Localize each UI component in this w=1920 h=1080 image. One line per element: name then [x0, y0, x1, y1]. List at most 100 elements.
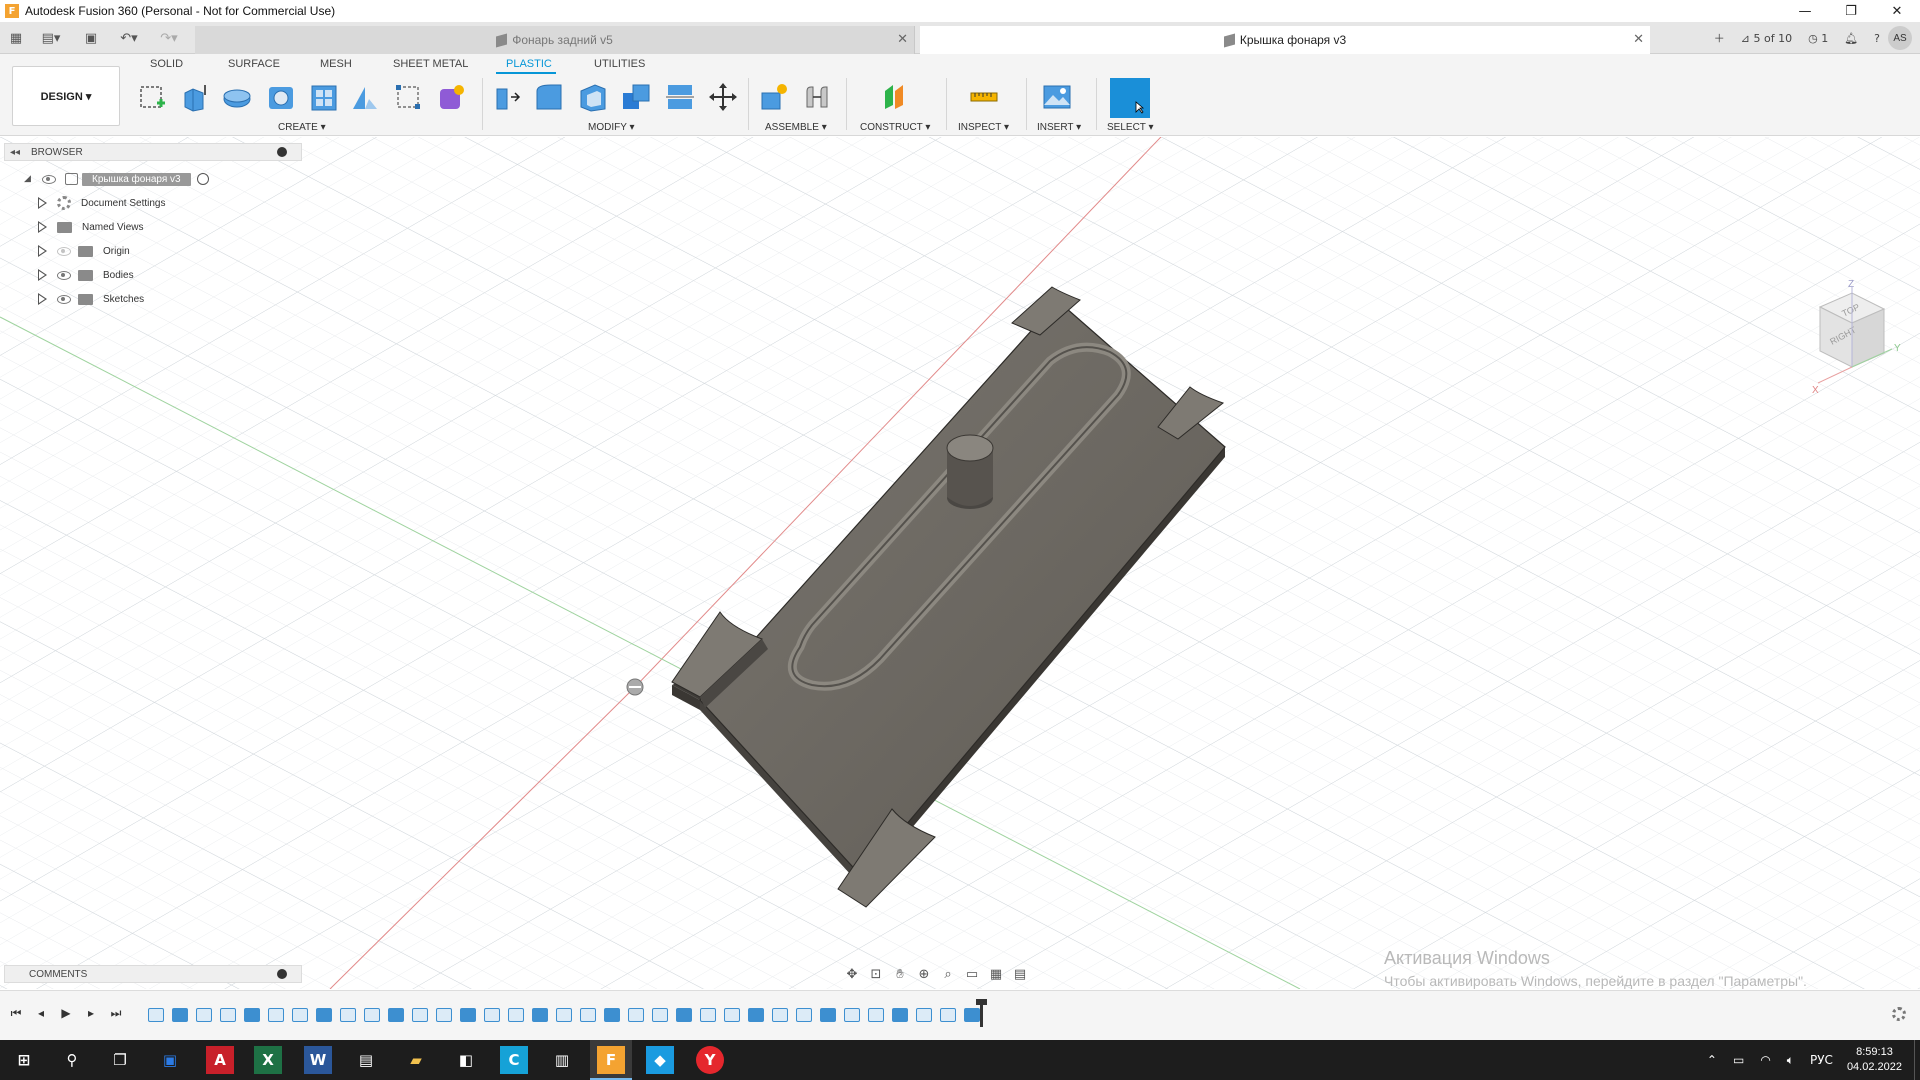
construct-menu[interactable]: CONSTRUCT ▾	[860, 122, 930, 133]
split-body-icon[interactable]	[663, 80, 697, 114]
expand-arrow-icon[interactable]	[38, 197, 47, 209]
timeline-feature-icon[interactable]	[148, 1008, 164, 1022]
timeline-feature-icon[interactable]	[532, 1008, 548, 1022]
timeline-marker[interactable]	[976, 999, 987, 1027]
browser-item-sketches[interactable]: Sketches	[38, 291, 144, 307]
create-sketch-icon[interactable]	[135, 80, 169, 114]
tab-plastic[interactable]: PLASTIC	[506, 58, 552, 70]
modify-menu[interactable]: MODIFY ▾	[588, 122, 635, 133]
inspect-menu[interactable]: INSPECT ▾	[958, 122, 1009, 133]
measure-icon[interactable]	[967, 80, 1001, 114]
fillet-icon[interactable]	[532, 80, 566, 114]
step-forward-icon[interactable]: ▸	[83, 1005, 99, 1021]
timeline-feature-icon[interactable]	[748, 1008, 764, 1022]
timeline-feature-icon[interactable]	[268, 1008, 284, 1022]
windows-start-icon[interactable]: ⊞	[10, 1046, 38, 1074]
visibility-eye-icon[interactable]	[42, 174, 56, 184]
browser-header[interactable]: ◂◂ BROWSER	[4, 143, 302, 161]
timeline-feature-icon[interactable]	[508, 1008, 524, 1022]
new-tab-icon[interactable]: ＋	[1706, 22, 1733, 54]
zoom-icon[interactable]: ⊕	[912, 965, 936, 983]
expand-arrow-icon[interactable]	[38, 293, 47, 305]
timeline-feature-icon[interactable]	[388, 1008, 404, 1022]
redo-icon[interactable]: ↷▾	[154, 22, 184, 54]
timeline-feature-icon[interactable]	[244, 1008, 260, 1022]
rectangular-pattern-icon[interactable]	[307, 80, 341, 114]
timeline-feature-icon[interactable]	[652, 1008, 668, 1022]
office-app-icon[interactable]: ◧	[452, 1046, 480, 1074]
tab-surface[interactable]: SURFACE	[228, 58, 280, 70]
timeline-settings-gear-icon[interactable]	[1892, 1007, 1906, 1021]
version-indicator[interactable]: ⊿ 5 of 10	[1733, 22, 1800, 54]
file-menu-icon[interactable]: ▤▾	[36, 22, 66, 54]
expand-arrow-icon[interactable]	[38, 245, 47, 257]
timeline-feature-icon[interactable]	[172, 1008, 188, 1022]
expand-arrow-icon[interactable]	[38, 221, 47, 233]
avatar[interactable]: AS	[1888, 26, 1912, 50]
timeline-feature-icon[interactable]	[292, 1008, 308, 1022]
sketch-dimension-icon[interactable]	[391, 80, 425, 114]
minimize-button[interactable]: —	[1782, 0, 1828, 22]
timeline-feature-icon[interactable]	[724, 1008, 740, 1022]
close-tab-icon[interactable]: ✕	[897, 32, 908, 47]
extrude-icon[interactable]	[178, 80, 212, 114]
timeline-feature-icon[interactable]	[196, 1008, 212, 1022]
display-settings-icon[interactable]: ▭	[960, 965, 984, 983]
tab-utilities[interactable]: UTILITIES	[594, 58, 645, 70]
shell-icon[interactable]	[576, 80, 610, 114]
browser-item-document-settings[interactable]: Document Settings	[38, 195, 166, 211]
design-workspace-dropdown[interactable]: DESIGN ▾	[12, 66, 120, 126]
timeline-feature-icon[interactable]	[796, 1008, 812, 1022]
expand-arrow-icon[interactable]	[38, 269, 47, 281]
acrobat-icon[interactable]: A	[206, 1046, 234, 1074]
timeline-feature-icon[interactable]	[220, 1008, 236, 1022]
visibility-eye-icon[interactable]	[57, 294, 71, 304]
revolve-icon[interactable]	[220, 80, 254, 114]
task-view-icon[interactable]: ❐	[106, 1046, 134, 1074]
timeline-feature-icon[interactable]	[412, 1008, 428, 1022]
timeline-feature-icon[interactable]	[820, 1008, 836, 1022]
app-grid-icon[interactable]: ▦	[4, 22, 28, 54]
play-icon[interactable]: ▶	[58, 1005, 74, 1021]
job-status[interactable]: ◷ 1	[1800, 22, 1836, 54]
press-pull-icon[interactable]	[490, 80, 524, 114]
activate-radio-icon[interactable]	[196, 173, 209, 185]
notifications-bell-icon[interactable]: 🔔︎	[1836, 22, 1866, 54]
timeline-feature-icon[interactable]	[700, 1008, 716, 1022]
wifi-icon[interactable]: ◠	[1760, 1053, 1770, 1067]
fit-icon[interactable]: ⌕	[936, 965, 960, 983]
orbit-icon[interactable]: ✥	[840, 965, 864, 983]
visibility-eye-icon[interactable]	[57, 270, 71, 280]
timeline-feature-icon[interactable]	[604, 1008, 620, 1022]
search-icon[interactable]: ⚲	[58, 1046, 86, 1074]
browser-item-named-views[interactable]: Named Views	[38, 219, 144, 235]
timeline-feature-icon[interactable]	[460, 1008, 476, 1022]
move-copy-icon[interactable]	[706, 80, 740, 114]
timeline-feature-icon[interactable]	[844, 1008, 860, 1022]
tab-front-lamp[interactable]: Фонарь задний v5 ✕	[195, 26, 915, 54]
visibility-eye-icon[interactable]	[57, 246, 71, 256]
timeline-feature-icon[interactable]	[580, 1008, 596, 1022]
show-hidden-icons-icon[interactable]: ⌃	[1707, 1053, 1717, 1067]
close-tab-icon[interactable]: ✕	[1633, 32, 1644, 47]
ccleaner-icon[interactable]: C	[500, 1046, 528, 1074]
assemble-menu[interactable]: ASSEMBLE ▾	[765, 122, 827, 133]
go-to-start-icon[interactable]: ⏮	[8, 1005, 24, 1021]
restore-button[interactable]: ❐	[1828, 0, 1874, 22]
insert-menu[interactable]: INSERT ▾	[1037, 122, 1081, 133]
help-icon[interactable]: ?	[1866, 22, 1888, 54]
control-panel-icon[interactable]: ▤	[352, 1046, 380, 1074]
store-icon[interactable]: ▣	[156, 1046, 184, 1074]
new-component-icon[interactable]	[757, 80, 791, 114]
file-explorer-icon[interactable]: ▰	[402, 1046, 430, 1074]
volume-icon[interactable]: 🔈︎	[1787, 1053, 1794, 1068]
language-indicator[interactable]: РУС	[1810, 1053, 1833, 1067]
3d-viewport[interactable]: TOP RIGHT Z X Y	[0, 137, 1920, 989]
collapse-browser-icon[interactable]: ◂◂	[5, 147, 25, 158]
create-menu[interactable]: CREATE ▾	[278, 122, 326, 133]
expand-root-icon[interactable]: ◢	[24, 174, 34, 184]
look-at-icon[interactable]: ⊡	[864, 965, 888, 983]
timeline-feature-icon[interactable]	[964, 1008, 980, 1022]
select-icon[interactable]	[1110, 78, 1150, 118]
fusion-360-taskbar-icon[interactable]: F	[597, 1046, 625, 1074]
